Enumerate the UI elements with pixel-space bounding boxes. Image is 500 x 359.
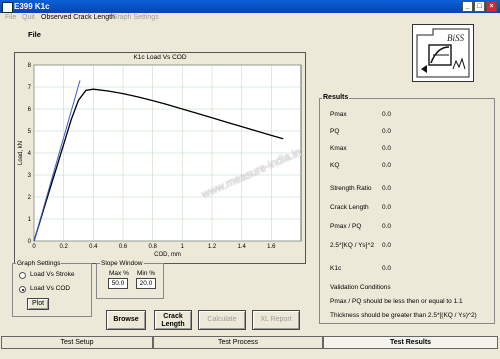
y-tick-label: 1 (28, 217, 32, 223)
load-cod-chart: 0 1 2 3 4 5 6 7 8 0 0.2 0.4 0.6 0.8 1 1.2 1.4 1.6 COD, mm L… (18, 63, 302, 258)
x-tick-label: 0.6 (119, 244, 128, 250)
x-tick-label: 0.4 (89, 244, 98, 250)
result-value-k1c: 0.0 (382, 265, 392, 272)
y-tick-label: 3 (28, 173, 32, 179)
y-tick-label: 6 (28, 107, 32, 113)
result-value-kq-ys: 0.0 (382, 242, 392, 249)
slope-window-group: Slope Window Max % Min % 50.0 20.0 (96, 260, 164, 299)
result-label-k1c: K1c (330, 265, 342, 272)
menu-file[interactable]: File (5, 13, 16, 23)
radio-load-vs-stroke-label: Load Vs Stroke (30, 271, 75, 278)
tab-test-process[interactable]: Test Process (153, 336, 323, 349)
max-percent-label: Max % (109, 270, 129, 277)
window-title: E399 K1c (14, 2, 50, 11)
y-tick-label: 4 (28, 151, 32, 157)
file-label: File (28, 30, 41, 39)
x-tick-label: 0 (32, 244, 36, 250)
validation-condition-2: Thickness should be greater than 2.5*[(K… (330, 312, 477, 319)
menu-observed-crack-length[interactable]: Observed Crack Length (41, 13, 115, 23)
menu-quit[interactable]: Quit (22, 13, 35, 23)
graph-settings-header: Graph Settings (16, 260, 62, 267)
calculate-button[interactable]: Calculate (198, 310, 246, 330)
result-label-pmax: Pmax (330, 111, 347, 118)
x-tick-label: 1.6 (267, 244, 276, 250)
x-tick-label: 1 (181, 244, 185, 250)
result-value-pmax-pq: 0.0 (382, 223, 392, 230)
result-value-pq: 0.0 (382, 128, 392, 135)
radio-load-vs-cod-label: Load Vs COD (30, 285, 71, 292)
results-panel: Results Pmax 0.0 PQ 0.0 Kmax 0.0 KQ 0.0 … (319, 94, 495, 324)
max-percent-input[interactable]: 50.0 (108, 278, 128, 289)
biss-logo: BiSS (412, 24, 474, 82)
result-label-kq-ys: 2.5*[KQ / Ys]^2 (330, 242, 375, 249)
plot-button[interactable]: Plot (27, 298, 49, 310)
y-tick-label: 0 (28, 239, 32, 245)
min-percent-input[interactable]: 20.0 (136, 278, 156, 289)
validation-condition-1: Pmax / PQ should be less then or equal t… (330, 298, 463, 305)
tab-test-results[interactable]: Test Results (323, 336, 498, 349)
chart-panel: K1c Load Vs COD 0 1 2 3 4 5 6 7 8 0 0.2 0.4 0.6 0.8 1 1… (14, 52, 306, 264)
x-axis-label: COD, mm (154, 252, 181, 258)
result-label-strength-ratio: Strength Ratio (330, 185, 372, 192)
result-value-strength-ratio: 0.0 (382, 185, 392, 192)
result-value-crack-length: 0.0 (382, 204, 392, 211)
result-value-kq: 0.0 (382, 162, 392, 169)
result-label-kmax: Kmax (330, 145, 347, 152)
menu-bar: File Quit Observed Crack Length Graph Se… (0, 13, 500, 23)
y-tick-label: 8 (28, 63, 32, 69)
y-tick-label: 7 (28, 85, 32, 91)
minimize-button[interactable]: _ (462, 1, 473, 12)
x-tick-label: 1.2 (208, 244, 217, 250)
result-label-pq: PQ (330, 128, 340, 135)
y-tick-label: 5 (28, 129, 32, 135)
svg-text:BiSS: BiSS (447, 33, 464, 43)
graph-settings-group: Graph Settings Load Vs Stroke Load Vs CO… (12, 260, 92, 317)
radio-load-vs-stroke[interactable] (19, 272, 26, 279)
min-percent-label: Min % (137, 270, 156, 277)
results-header: Results (322, 94, 350, 101)
result-value-kmax: 0.0 (382, 145, 392, 152)
radio-load-vs-cod[interactable] (19, 286, 26, 293)
validation-header: Validation Conditions (330, 284, 391, 291)
crack-length-button[interactable]: Crack Length (154, 310, 192, 330)
close-button[interactable]: × (486, 1, 497, 12)
y-tick-label: 2 (28, 195, 32, 201)
maximize-button[interactable]: □ (474, 1, 485, 12)
browse-button[interactable]: Browse (106, 310, 146, 330)
xl-report-button[interactable]: XL Report (252, 310, 300, 330)
slope-window-header: Slope Window (100, 260, 144, 267)
result-label-crack-length: Crack Length (330, 204, 369, 211)
x-tick-label: 1.4 (237, 244, 246, 250)
x-tick-label: 0.2 (59, 244, 68, 250)
tab-test-setup[interactable]: Test Setup (1, 336, 153, 349)
result-value-pmax: 0.0 (382, 111, 392, 118)
menu-graph-settings[interactable]: Graph Settings (112, 13, 159, 23)
app-icon (2, 2, 13, 13)
title-bar: E399 K1c _ □ × (0, 0, 500, 13)
result-label-pmax-pq: Pmax / PQ (330, 223, 362, 230)
result-label-kq: KQ (330, 162, 340, 169)
x-tick-label: 0.8 (148, 244, 157, 250)
y-axis-label: Load, kN (18, 141, 24, 165)
